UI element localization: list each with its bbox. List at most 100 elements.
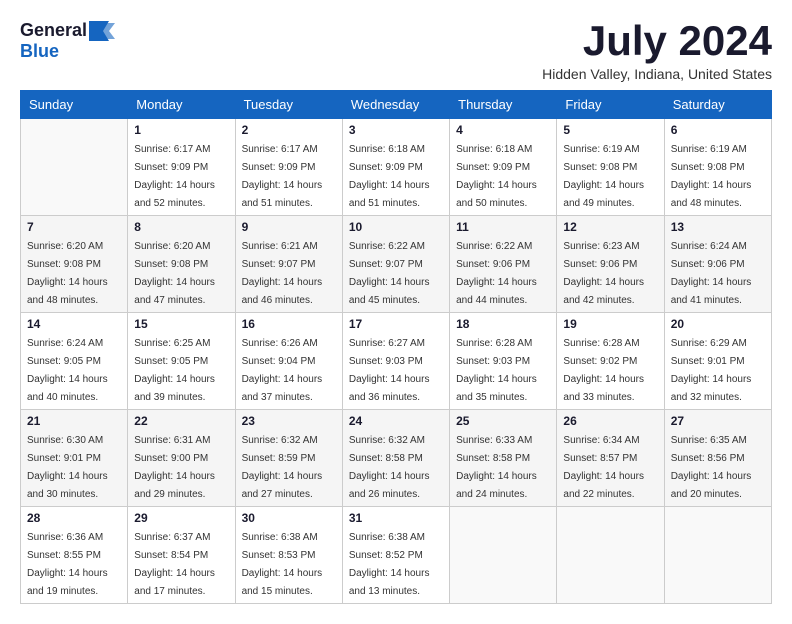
day-info: Sunrise: 6:25 AMSunset: 9:05 PMDaylight:… bbox=[134, 338, 215, 403]
day-number: 14 bbox=[27, 317, 121, 331]
day-number: 25 bbox=[456, 414, 550, 428]
day-info: Sunrise: 6:19 AMSunset: 9:08 PMDaylight:… bbox=[563, 144, 644, 209]
col-tuesday: Tuesday bbox=[235, 91, 342, 119]
day-info: Sunrise: 6:32 AMSunset: 8:59 PMDaylight:… bbox=[242, 435, 323, 500]
day-info: Sunrise: 6:21 AMSunset: 9:07 PMDaylight:… bbox=[242, 241, 323, 306]
day-info: Sunrise: 6:26 AMSunset: 9:04 PMDaylight:… bbox=[242, 338, 323, 403]
table-row: 22 Sunrise: 6:31 AMSunset: 9:00 PMDaylig… bbox=[128, 410, 235, 507]
calendar-table: Sunday Monday Tuesday Wednesday Thursday… bbox=[20, 90, 772, 604]
table-row: 8 Sunrise: 6:20 AMSunset: 9:08 PMDayligh… bbox=[128, 216, 235, 313]
table-row: 2 Sunrise: 6:17 AMSunset: 9:09 PMDayligh… bbox=[235, 119, 342, 216]
table-row: 25 Sunrise: 6:33 AMSunset: 8:58 PMDaylig… bbox=[450, 410, 557, 507]
day-info: Sunrise: 6:28 AMSunset: 9:02 PMDaylight:… bbox=[563, 338, 644, 403]
day-number: 3 bbox=[349, 123, 443, 137]
day-info: Sunrise: 6:37 AMSunset: 8:54 PMDaylight:… bbox=[134, 532, 215, 597]
day-info: Sunrise: 6:22 AMSunset: 9:07 PMDaylight:… bbox=[349, 241, 430, 306]
day-info: Sunrise: 6:27 AMSunset: 9:03 PMDaylight:… bbox=[349, 338, 430, 403]
calendar-header-row: Sunday Monday Tuesday Wednesday Thursday… bbox=[21, 91, 772, 119]
table-row: 20 Sunrise: 6:29 AMSunset: 9:01 PMDaylig… bbox=[664, 313, 771, 410]
day-number: 8 bbox=[134, 220, 228, 234]
table-row: 13 Sunrise: 6:24 AMSunset: 9:06 PMDaylig… bbox=[664, 216, 771, 313]
day-info: Sunrise: 6:28 AMSunset: 9:03 PMDaylight:… bbox=[456, 338, 537, 403]
table-row: 16 Sunrise: 6:26 AMSunset: 9:04 PMDaylig… bbox=[235, 313, 342, 410]
day-number: 23 bbox=[242, 414, 336, 428]
title-area: July 2024 Hidden Valley, Indiana, United… bbox=[542, 20, 772, 82]
day-number: 30 bbox=[242, 511, 336, 525]
table-row: 21 Sunrise: 6:30 AMSunset: 9:01 PMDaylig… bbox=[21, 410, 128, 507]
day-info: Sunrise: 6:18 AMSunset: 9:09 PMDaylight:… bbox=[456, 144, 537, 209]
day-number: 21 bbox=[27, 414, 121, 428]
day-number: 22 bbox=[134, 414, 228, 428]
logo-blue-text: Blue bbox=[20, 41, 59, 61]
day-info: Sunrise: 6:38 AMSunset: 8:53 PMDaylight:… bbox=[242, 532, 323, 597]
day-number: 11 bbox=[456, 220, 550, 234]
table-row bbox=[664, 507, 771, 604]
day-info: Sunrise: 6:19 AMSunset: 9:08 PMDaylight:… bbox=[671, 144, 752, 209]
table-row: 23 Sunrise: 6:32 AMSunset: 8:59 PMDaylig… bbox=[235, 410, 342, 507]
day-number: 20 bbox=[671, 317, 765, 331]
table-row: 14 Sunrise: 6:24 AMSunset: 9:05 PMDaylig… bbox=[21, 313, 128, 410]
table-row: 19 Sunrise: 6:28 AMSunset: 9:02 PMDaylig… bbox=[557, 313, 664, 410]
logo-general-text: General bbox=[20, 20, 87, 41]
col-monday: Monday bbox=[128, 91, 235, 119]
table-row: 26 Sunrise: 6:34 AMSunset: 8:57 PMDaylig… bbox=[557, 410, 664, 507]
day-number: 15 bbox=[134, 317, 228, 331]
col-friday: Friday bbox=[557, 91, 664, 119]
table-row: 30 Sunrise: 6:38 AMSunset: 8:53 PMDaylig… bbox=[235, 507, 342, 604]
day-number: 13 bbox=[671, 220, 765, 234]
day-info: Sunrise: 6:23 AMSunset: 9:06 PMDaylight:… bbox=[563, 241, 644, 306]
day-info: Sunrise: 6:22 AMSunset: 9:06 PMDaylight:… bbox=[456, 241, 537, 306]
table-row bbox=[21, 119, 128, 216]
day-info: Sunrise: 6:30 AMSunset: 9:01 PMDaylight:… bbox=[27, 435, 108, 500]
day-number: 9 bbox=[242, 220, 336, 234]
logo-flag-icon bbox=[89, 21, 117, 41]
table-row: 9 Sunrise: 6:21 AMSunset: 9:07 PMDayligh… bbox=[235, 216, 342, 313]
table-row bbox=[450, 507, 557, 604]
day-number: 12 bbox=[563, 220, 657, 234]
day-info: Sunrise: 6:20 AMSunset: 9:08 PMDaylight:… bbox=[27, 241, 108, 306]
day-number: 18 bbox=[456, 317, 550, 331]
table-row: 6 Sunrise: 6:19 AMSunset: 9:08 PMDayligh… bbox=[664, 119, 771, 216]
day-number: 6 bbox=[671, 123, 765, 137]
table-row: 28 Sunrise: 6:36 AMSunset: 8:55 PMDaylig… bbox=[21, 507, 128, 604]
day-info: Sunrise: 6:17 AMSunset: 9:09 PMDaylight:… bbox=[134, 144, 215, 209]
table-row: 7 Sunrise: 6:20 AMSunset: 9:08 PMDayligh… bbox=[21, 216, 128, 313]
table-row: 11 Sunrise: 6:22 AMSunset: 9:06 PMDaylig… bbox=[450, 216, 557, 313]
day-info: Sunrise: 6:17 AMSunset: 9:09 PMDaylight:… bbox=[242, 144, 323, 209]
day-number: 29 bbox=[134, 511, 228, 525]
header: General Blue July 2024 Hidden Valley, In… bbox=[20, 20, 772, 82]
day-number: 24 bbox=[349, 414, 443, 428]
table-row: 3 Sunrise: 6:18 AMSunset: 9:09 PMDayligh… bbox=[342, 119, 449, 216]
logo: General Blue bbox=[20, 20, 117, 62]
day-number: 7 bbox=[27, 220, 121, 234]
day-info: Sunrise: 6:18 AMSunset: 9:09 PMDaylight:… bbox=[349, 144, 430, 209]
table-row bbox=[557, 507, 664, 604]
calendar-title: July 2024 bbox=[542, 20, 772, 62]
table-row: 24 Sunrise: 6:32 AMSunset: 8:58 PMDaylig… bbox=[342, 410, 449, 507]
day-number: 26 bbox=[563, 414, 657, 428]
col-wednesday: Wednesday bbox=[342, 91, 449, 119]
day-info: Sunrise: 6:35 AMSunset: 8:56 PMDaylight:… bbox=[671, 435, 752, 500]
day-info: Sunrise: 6:33 AMSunset: 8:58 PMDaylight:… bbox=[456, 435, 537, 500]
day-number: 17 bbox=[349, 317, 443, 331]
day-info: Sunrise: 6:29 AMSunset: 9:01 PMDaylight:… bbox=[671, 338, 752, 403]
col-sunday: Sunday bbox=[21, 91, 128, 119]
day-number: 16 bbox=[242, 317, 336, 331]
day-number: 31 bbox=[349, 511, 443, 525]
day-info: Sunrise: 6:20 AMSunset: 9:08 PMDaylight:… bbox=[134, 241, 215, 306]
day-info: Sunrise: 6:38 AMSunset: 8:52 PMDaylight:… bbox=[349, 532, 430, 597]
day-info: Sunrise: 6:36 AMSunset: 8:55 PMDaylight:… bbox=[27, 532, 108, 597]
day-number: 5 bbox=[563, 123, 657, 137]
table-row: 12 Sunrise: 6:23 AMSunset: 9:06 PMDaylig… bbox=[557, 216, 664, 313]
day-info: Sunrise: 6:32 AMSunset: 8:58 PMDaylight:… bbox=[349, 435, 430, 500]
table-row: 10 Sunrise: 6:22 AMSunset: 9:07 PMDaylig… bbox=[342, 216, 449, 313]
day-info: Sunrise: 6:31 AMSunset: 9:00 PMDaylight:… bbox=[134, 435, 215, 500]
day-number: 28 bbox=[27, 511, 121, 525]
col-saturday: Saturday bbox=[664, 91, 771, 119]
table-row: 18 Sunrise: 6:28 AMSunset: 9:03 PMDaylig… bbox=[450, 313, 557, 410]
day-info: Sunrise: 6:24 AMSunset: 9:06 PMDaylight:… bbox=[671, 241, 752, 306]
table-row: 5 Sunrise: 6:19 AMSunset: 9:08 PMDayligh… bbox=[557, 119, 664, 216]
day-number: 10 bbox=[349, 220, 443, 234]
day-info: Sunrise: 6:34 AMSunset: 8:57 PMDaylight:… bbox=[563, 435, 644, 500]
day-number: 27 bbox=[671, 414, 765, 428]
